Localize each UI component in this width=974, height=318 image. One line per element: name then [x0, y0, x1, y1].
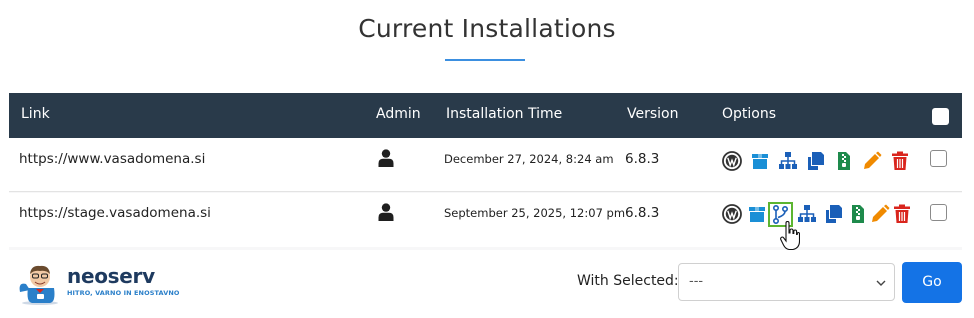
edit-pencil-icon[interactable] [861, 150, 883, 172]
installation-time: December 27, 2024, 8:24 am [444, 152, 614, 166]
page-title: Current Installations [358, 14, 616, 43]
row-checkbox[interactable] [930, 150, 947, 167]
installation-link[interactable]: https://stage.vasadomena.si [19, 205, 211, 221]
with-selected-label: With Selected: [577, 273, 679, 289]
wordpress-icon[interactable] [721, 203, 743, 225]
installation-version: 6.8.3 [625, 151, 660, 167]
header-admin: Admin [376, 106, 421, 122]
go-button[interactable]: Go [902, 262, 962, 303]
archive-icon[interactable] [847, 203, 869, 225]
title-underline [445, 59, 525, 61]
brand-name: neoserv [67, 264, 155, 288]
installation-version: 6.8.3 [625, 205, 660, 221]
trash-icon[interactable] [891, 203, 913, 225]
row-checkbox[interactable] [930, 204, 947, 221]
edit-pencil-icon[interactable] [869, 203, 891, 225]
select-all-checkbox[interactable] [932, 108, 949, 125]
archive-icon[interactable] [833, 150, 855, 172]
backup-box-icon[interactable] [746, 203, 768, 225]
trash-icon[interactable] [889, 150, 911, 172]
clone-icon[interactable] [823, 203, 845, 225]
hand-cursor-icon [780, 221, 800, 251]
installation-link[interactable]: https://www.vasadomena.si [19, 151, 205, 167]
clone-icon[interactable] [805, 150, 827, 172]
sitemap-icon[interactable] [777, 150, 799, 172]
admin-user-icon[interactable] [378, 149, 394, 167]
installation-time: September 25, 2025, 12:07 pm [444, 206, 626, 220]
header-installation-time: Installation Time [446, 106, 563, 122]
neoserv-mascot-logo [19, 265, 58, 305]
table-row: https://stage.vasadomena.si September 25… [9, 193, 962, 247]
table-header: Link Admin Installation Time Version Opt… [9, 93, 962, 138]
backup-box-icon[interactable] [749, 150, 771, 172]
brand-tagline: HITRO, VARNO IN ENOSTAVNO [67, 289, 180, 297]
header-options: Options [722, 106, 777, 122]
header-link: Link [21, 106, 50, 122]
wordpress-icon[interactable] [721, 150, 743, 172]
chevron-down-icon [876, 280, 886, 286]
bulk-action-selected-value: --- [689, 274, 704, 289]
bulk-action-select[interactable]: --- [678, 263, 895, 301]
header-version: Version [627, 106, 679, 122]
admin-user-icon[interactable] [378, 203, 394, 221]
table-row: https://www.vasadomena.si December 27, 2… [9, 138, 962, 192]
